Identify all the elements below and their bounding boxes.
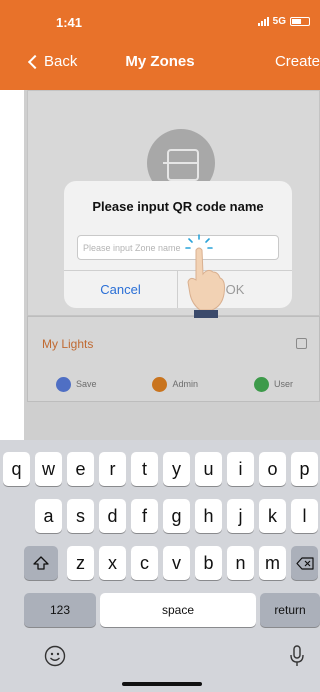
key-t[interactable]: t <box>131 452 158 486</box>
key-j[interactable]: j <box>227 499 254 533</box>
user-action-button[interactable]: User <box>253 376 293 392</box>
key-s[interactable]: s <box>67 499 94 533</box>
key-g[interactable]: g <box>163 499 190 533</box>
save-action-label: Save <box>75 379 97 389</box>
key-n[interactable]: n <box>227 546 254 580</box>
admin-icon <box>152 376 168 392</box>
app-header: 1:41 5G Back My Zones Create <box>0 0 320 90</box>
microphone-icon[interactable] <box>289 644 305 668</box>
edit-icon[interactable] <box>296 338 307 349</box>
create-button[interactable]: Create <box>275 53 320 70</box>
return-key[interactable]: return <box>260 593 320 627</box>
key-o[interactable]: o <box>259 452 286 486</box>
status-indicators: 5G <box>257 16 310 27</box>
network-label: 5G <box>272 16 286 27</box>
battery-icon <box>290 17 310 26</box>
delete-icon <box>295 556 314 570</box>
zone-actions: Save Admin User <box>28 369 320 399</box>
key-b[interactable]: b <box>195 546 222 580</box>
key-a[interactable]: a <box>35 499 62 533</box>
numbers-key[interactable]: 123 <box>24 593 96 627</box>
space-key[interactable]: space <box>100 593 256 627</box>
page-title: My Zones <box>125 53 195 70</box>
key-y[interactable]: y <box>163 452 190 486</box>
key-k[interactable]: k <box>259 499 286 533</box>
user-icon <box>253 376 269 392</box>
dialog-title: Please input QR code name <box>92 199 264 214</box>
zone-card: My Lights Save Admin User <box>27 316 320 402</box>
key-q[interactable]: q <box>3 452 30 486</box>
key-r[interactable]: r <box>99 452 126 486</box>
shift-key[interactable] <box>24 546 58 580</box>
user-action-label: User <box>273 379 293 389</box>
qr-name-dialog: Please input QR code name Cancel OK <box>64 181 292 308</box>
key-z[interactable]: z <box>67 546 94 580</box>
key-v[interactable]: v <box>163 546 190 580</box>
key-c[interactable]: c <box>131 546 158 580</box>
shift-icon <box>33 556 49 570</box>
signal-icon <box>257 17 269 26</box>
emoji-icon[interactable] <box>44 645 66 667</box>
tap-hand-icon <box>185 234 225 318</box>
key-i[interactable]: i <box>227 452 254 486</box>
zone-name-input[interactable] <box>77 235 279 260</box>
key-p[interactable]: p <box>291 452 318 486</box>
key-d[interactable]: d <box>99 499 126 533</box>
key-e[interactable]: e <box>67 452 94 486</box>
cancel-button[interactable]: Cancel <box>64 271 177 308</box>
key-w[interactable]: w <box>35 452 62 486</box>
save-icon <box>55 376 71 392</box>
admin-action-button[interactable]: Admin <box>152 376 198 392</box>
key-l[interactable]: l <box>291 499 318 533</box>
home-indicator <box>122 682 202 686</box>
key-h[interactable]: h <box>195 499 222 533</box>
keyboard: q w e r t y u i o p a s d f g h j k l z … <box>0 440 320 692</box>
key-f[interactable]: f <box>131 499 158 533</box>
key-m[interactable]: m <box>259 546 286 580</box>
key-u[interactable]: u <box>195 452 222 486</box>
admin-action-label: Admin <box>172 379 198 389</box>
key-x[interactable]: x <box>99 546 126 580</box>
save-action-button[interactable]: Save <box>55 376 97 392</box>
status-time: 1:41 <box>56 15 83 30</box>
zone-name: My Lights <box>42 337 94 351</box>
delete-key[interactable] <box>291 546 318 580</box>
